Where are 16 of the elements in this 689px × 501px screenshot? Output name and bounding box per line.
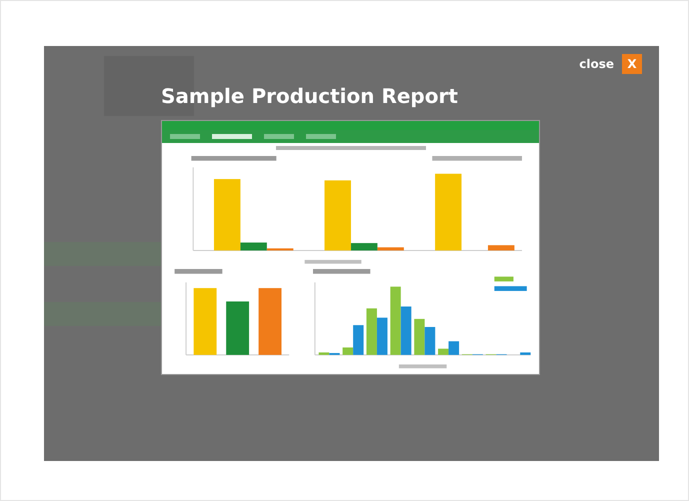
bar [390, 286, 401, 355]
lightbox-title: Sample Production Report [161, 84, 458, 108]
legend-swatch [494, 276, 514, 282]
bar [488, 244, 514, 250]
close-button[interactable]: X [622, 54, 642, 74]
bar [366, 308, 377, 355]
bar [520, 352, 531, 355]
bar [414, 318, 425, 355]
legend-swatch [494, 286, 527, 291]
bar [400, 306, 412, 355]
bar [258, 288, 282, 355]
bar [376, 318, 388, 355]
bar [194, 288, 217, 355]
close-label[interactable]: close [579, 57, 614, 71]
bar [226, 301, 250, 355]
bar [424, 327, 436, 355]
